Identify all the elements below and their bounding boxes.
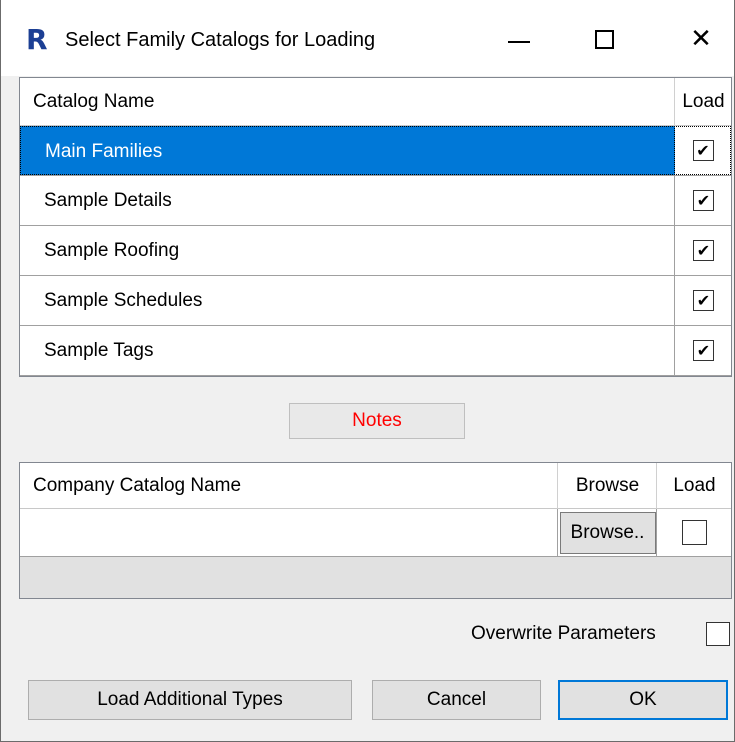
catalog-name-cell[interactable]: Sample Schedules bbox=[20, 276, 675, 325]
close-icon: ✕ bbox=[690, 24, 712, 54]
minimize-icon bbox=[508, 41, 530, 43]
checkmark-icon: ✔ bbox=[696, 140, 710, 160]
ok-button[interactable]: OK bbox=[558, 680, 728, 720]
checkmark-icon: ✔ bbox=[696, 190, 711, 210]
overwrite-parameters-checkbox[interactable] bbox=[706, 622, 730, 646]
column-header-load[interactable]: Load bbox=[676, 78, 731, 126]
notes-button[interactable]: Notes bbox=[289, 403, 465, 439]
title-bar: R Select Family Catalogs for Loading ✕ bbox=[1, 0, 734, 76]
catalog-row[interactable]: Sample Schedules ✔ bbox=[20, 276, 731, 326]
catalog-grid-header: Catalog Name Load bbox=[20, 78, 731, 126]
catalog-load-cell: ✔ bbox=[676, 276, 731, 325]
company-load-cell bbox=[658, 509, 731, 556]
load-checkbox[interactable]: ✔ bbox=[692, 140, 714, 161]
load-checkbox[interactable]: ✔ bbox=[693, 340, 714, 361]
revit-app-icon: R bbox=[26, 23, 48, 56]
close-button[interactable]: ✕ bbox=[676, 14, 726, 64]
catalog-load-cell: ✔ bbox=[676, 226, 731, 275]
catalog-name-cell[interactable]: Sample Roofing bbox=[20, 226, 675, 275]
catalog-row[interactable]: Main Families ✔ bbox=[20, 126, 731, 176]
catalog-load-cell: ✔ bbox=[676, 176, 731, 225]
column-header-catalog-name[interactable]: Catalog Name bbox=[20, 78, 675, 126]
window-title: Select Family Catalogs for Loading bbox=[65, 29, 376, 51]
company-catalog-name-cell[interactable] bbox=[20, 509, 558, 556]
column-header-company-catalog-name[interactable]: Company Catalog Name bbox=[20, 463, 558, 509]
catalog-name-cell[interactable]: Sample Tags bbox=[20, 326, 675, 375]
catalog-row[interactable]: Sample Tags ✔ bbox=[20, 326, 731, 376]
catalog-load-cell: ✔ bbox=[676, 326, 731, 375]
maximize-button[interactable] bbox=[579, 14, 629, 64]
company-catalog-grid: Company Catalog Name Browse Load Browse.… bbox=[19, 462, 732, 599]
browse-cell: Browse.. bbox=[559, 509, 657, 556]
checkmark-icon: ✔ bbox=[696, 340, 711, 360]
load-additional-types-button[interactable]: Load Additional Types bbox=[28, 680, 352, 720]
catalog-row[interactable]: Sample Details ✔ bbox=[20, 176, 731, 226]
load-checkbox[interactable]: ✔ bbox=[693, 190, 714, 211]
dialog-window: R Select Family Catalogs for Loading ✕ C… bbox=[0, 0, 735, 742]
catalog-name-cell[interactable]: Sample Details bbox=[20, 176, 675, 225]
catalog-grid: Catalog Name Load Main Families ✔ Sample D… bbox=[19, 77, 732, 377]
overwrite-parameters-label: Overwrite Parameters bbox=[471, 623, 656, 644]
cancel-button[interactable]: Cancel bbox=[372, 680, 541, 720]
checkmark-icon: ✔ bbox=[696, 240, 711, 260]
load-checkbox[interactable]: ✔ bbox=[693, 290, 714, 311]
load-checkbox[interactable]: ✔ bbox=[693, 240, 714, 261]
catalog-row[interactable]: Sample Roofing ✔ bbox=[20, 226, 731, 276]
company-catalog-row: Browse.. bbox=[20, 509, 731, 557]
column-header-browse[interactable]: Browse bbox=[559, 463, 657, 509]
column-header-company-load[interactable]: Load bbox=[658, 463, 731, 509]
checkmark-icon: ✔ bbox=[696, 290, 711, 310]
catalog-name-cell[interactable]: Main Families bbox=[20, 126, 675, 175]
company-load-checkbox[interactable] bbox=[682, 520, 707, 545]
browse-button[interactable]: Browse.. bbox=[559, 511, 656, 554]
minimize-button[interactable] bbox=[494, 14, 544, 64]
company-grid-header: Company Catalog Name Browse Load bbox=[20, 463, 731, 509]
catalog-load-cell: ✔ bbox=[676, 126, 731, 175]
maximize-icon bbox=[594, 29, 614, 49]
